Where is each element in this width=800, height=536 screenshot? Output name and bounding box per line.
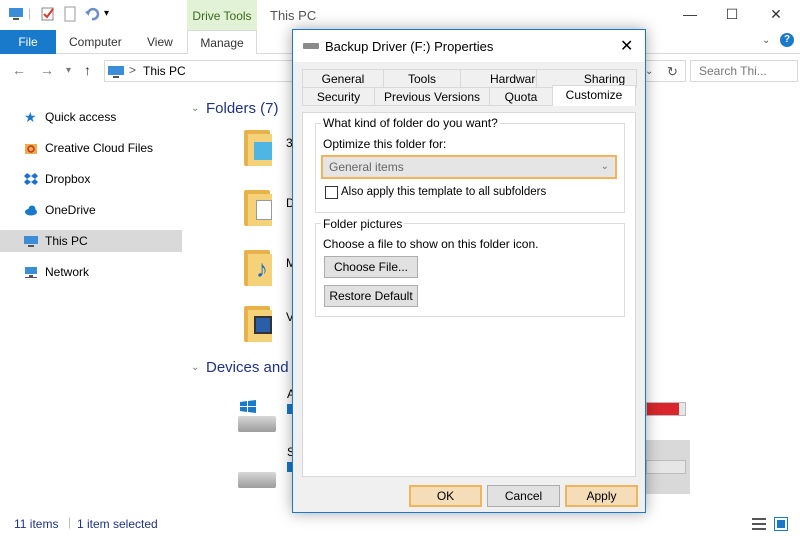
tab-file[interactable]: File [0, 30, 56, 54]
ok-button[interactable]: OK [409, 485, 482, 507]
apply-subfolders-label[interactable]: Also apply this template to all subfolde… [341, 186, 546, 198]
network-icon [25, 267, 37, 278]
drive-usage-bar-a [646, 402, 686, 416]
sidebar-item-dropbox[interactable]: Dropbox [0, 168, 182, 190]
sidebar-item-label: Quick access [45, 110, 117, 124]
restore-default-button[interactable]: Restore Default [324, 285, 418, 307]
drive-tools-contextual-tab: Drive Tools [187, 0, 257, 31]
hard-drive-icon [238, 472, 276, 488]
collapse-chevron-icon[interactable]: ⌄ [191, 362, 199, 373]
optimize-label: Optimize this folder for: [323, 137, 447, 151]
film-strip-icon [254, 316, 272, 334]
windows-logo-icon [240, 400, 256, 413]
tab-tools[interactable]: Tools [383, 69, 461, 88]
document-icon [256, 200, 272, 220]
folder-documents[interactable] [244, 188, 272, 226]
choose-file-description: Choose a file to show on this folder ico… [323, 237, 539, 251]
this-pc-icon [24, 236, 38, 247]
tab-security[interactable]: Security [302, 87, 375, 106]
forward-arrow-icon[interactable]: → [40, 62, 54, 78]
maximize-icon[interactable]: ☐ [722, 6, 742, 23]
sidebar-item-this-pc[interactable]: This PC [0, 230, 182, 252]
new-document-icon[interactable] [62, 6, 78, 22]
drive-usage-bar-b [646, 460, 686, 474]
apply-button[interactable]: Apply [565, 485, 638, 507]
search-input[interactable]: Search Thi... [690, 60, 798, 82]
chevron-down-icon: ⌄ [600, 161, 609, 172]
sidebar-item-label: This PC [45, 234, 88, 248]
choose-file-button[interactable]: Choose File... [324, 256, 418, 278]
this-pc-small-icon [108, 66, 124, 78]
customize-toolbar-icon[interactable]: ▾ [104, 8, 120, 24]
creative-cloud-icon [25, 144, 37, 154]
address-text: This PC [143, 64, 186, 78]
drive-usage-fill [647, 403, 680, 415]
minimize-icon[interactable]: — [680, 6, 700, 22]
drive-small-icon [303, 43, 319, 49]
apply-subfolders-checkbox[interactable] [325, 186, 338, 199]
star-icon: ★ [24, 109, 37, 125]
window-title: This PC [270, 8, 317, 23]
up-arrow-icon[interactable]: ↑ [84, 62, 91, 78]
sidebar-item-onedrive[interactable]: OneDrive [0, 199, 182, 221]
tab-view[interactable]: View [147, 30, 173, 54]
sidebar-item-quick-access[interactable]: ★ Quick access [0, 106, 182, 128]
folder-videos[interactable] [244, 304, 272, 342]
tab-manage[interactable]: Manage [187, 30, 257, 54]
title-bar: | ▾ Drive Tools This PC — ☐ ✕ [0, 0, 800, 31]
recent-locations-icon[interactable]: ▾ [66, 65, 71, 76]
undo-icon[interactable] [84, 6, 100, 22]
expand-ribbon-icon[interactable]: ⌄ [762, 35, 770, 46]
sidebar-item-label: Network [45, 265, 90, 279]
folder-3d-objects[interactable] [244, 128, 272, 166]
dropbox-icon [24, 173, 38, 185]
status-bar: 11 items | 1 item selected [0, 512, 800, 536]
large-icons-view-icon[interactable] [774, 517, 788, 531]
onedrive-cloud-icon [25, 205, 37, 216]
dialog-title-bar: Backup Driver (F:) Properties ✕ [293, 30, 645, 62]
cancel-button[interactable]: Cancel [487, 485, 560, 507]
tab-customize[interactable]: Customize [552, 85, 636, 106]
sidebar-item-network[interactable]: Network [0, 261, 182, 283]
computer-icon [9, 8, 23, 20]
back-arrow-icon[interactable]: ← [12, 62, 26, 78]
close-window-icon[interactable]: ✕ [766, 6, 786, 23]
selection-count: 1 item selected [77, 517, 158, 531]
properties-check-icon[interactable] [40, 6, 56, 22]
details-view-icon[interactable] [752, 518, 766, 530]
dialog-title: Backup Driver (F:) Properties [325, 39, 494, 54]
devices-group-heading[interactable]: Devices and d [206, 359, 301, 376]
cube-icon [254, 142, 272, 160]
sidebar-item-label: Dropbox [45, 172, 91, 186]
help-icon[interactable]: ? [780, 33, 794, 47]
tab-computer[interactable]: Computer [69, 30, 122, 54]
folder-music[interactable]: ♪ [244, 248, 272, 286]
address-separator: > [129, 63, 137, 77]
item-count: 11 items [14, 517, 59, 531]
collapse-chevron-icon[interactable]: ⌄ [191, 103, 199, 114]
sidebar-item-creative-cloud[interactable]: Creative Cloud Files [0, 137, 182, 159]
close-icon[interactable]: ✕ [620, 36, 633, 56]
tab-quota[interactable]: Quota [489, 87, 553, 106]
sidebar-item-label: Creative Cloud Files [45, 141, 154, 155]
properties-dialog: Backup Driver (F:) Properties ✕ General … [292, 29, 646, 513]
tab-previous-versions[interactable]: Previous Versions [374, 87, 490, 106]
address-bar-end: ⌄ ↻ [640, 60, 686, 82]
status-separator: | [68, 515, 72, 529]
folder-type-value: General items [329, 160, 404, 174]
music-note-icon: ♪ [256, 256, 268, 283]
folder-pictures-group-label: Folder pictures [321, 217, 405, 231]
address-dropdown-icon[interactable]: ⌄ [645, 66, 653, 77]
refresh-icon[interactable]: ↻ [667, 64, 678, 80]
hard-drive-icon [238, 416, 276, 432]
tab-general[interactable]: General [302, 69, 384, 88]
folder-type-dropdown[interactable]: General items ⌄ [321, 155, 617, 179]
folder-kind-group-label: What kind of folder do you want? [321, 116, 500, 130]
folders-group-heading[interactable]: Folders (7) [206, 100, 279, 117]
sidebar-item-label: OneDrive [45, 203, 96, 217]
